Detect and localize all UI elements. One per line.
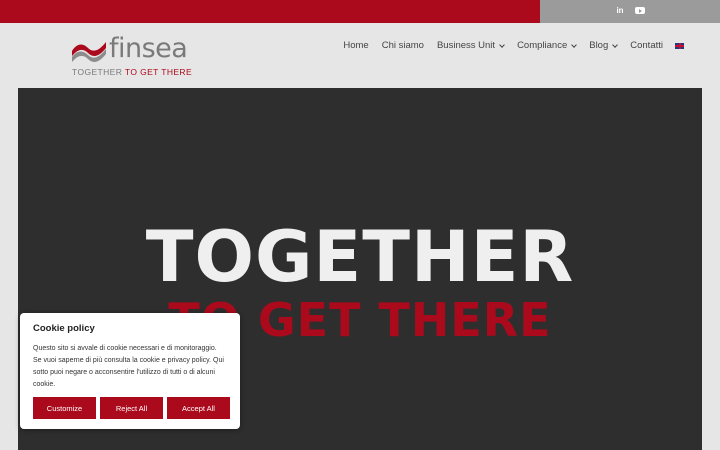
cookie-actions: Customize Reject All Accept All: [33, 397, 230, 419]
top-bar-social-area: [540, 0, 720, 23]
logo-wave-icon: [72, 42, 106, 62]
main-nav: Home Chi siamo Business Unit Compliance …: [330, 40, 684, 51]
logo-wordmark: finsea: [109, 33, 188, 64]
nav-item-business-unit[interactable]: Business Unit: [437, 40, 505, 51]
cookie-text: Questo sito si avvale di cookie necessar…: [33, 345, 224, 388]
logo-tagline: TOGETHER TO GET THERE: [72, 67, 193, 77]
nav-item-chi-siamo[interactable]: Chi siamo: [382, 40, 424, 51]
customize-button[interactable]: Customize: [33, 397, 96, 419]
accept-all-button[interactable]: Accept All: [167, 397, 230, 419]
nav-item-home[interactable]: Home: [343, 40, 368, 51]
youtube-icon[interactable]: [634, 5, 646, 17]
cookie-title: Cookie policy: [33, 323, 95, 334]
chevron-down-icon: [571, 41, 578, 48]
chevron-down-icon: [499, 41, 505, 48]
nav-item-blog[interactable]: Blog: [589, 40, 619, 51]
reject-all-button[interactable]: Reject All: [100, 397, 163, 419]
chevron-down-icon: [612, 41, 619, 48]
site-header: finsea TOGETHER TO GET THERE Home Chi si…: [0, 23, 720, 88]
uk-flag-icon[interactable]: [675, 42, 684, 49]
finsea-logo[interactable]: finsea TOGETHER TO GET THERE: [71, 33, 201, 79]
linkedin-icon[interactable]: in: [614, 5, 626, 17]
hero-title: TOGETHER: [145, 216, 575, 298]
nav-item-compliance[interactable]: Compliance: [517, 40, 578, 51]
cookie-banner: Cookie policy Questo sito si avvale di c…: [20, 313, 240, 429]
nav-item-contatti[interactable]: Contatti: [630, 40, 663, 51]
